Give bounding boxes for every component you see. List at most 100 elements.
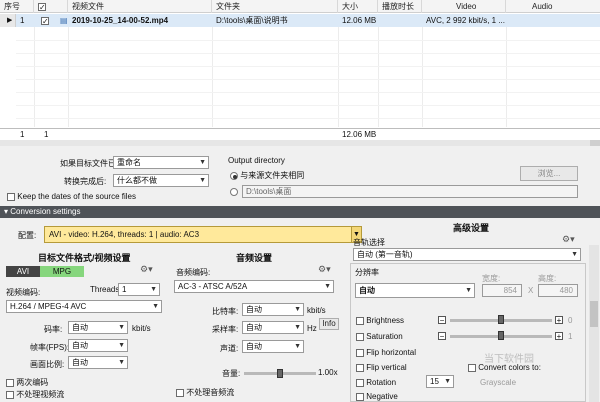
- aspect-select[interactable]: 自动 ▼: [68, 356, 128, 369]
- fps-select[interactable]: 自动 ▼: [68, 339, 128, 352]
- two-pass-label: 两次编码: [16, 378, 49, 387]
- chevron-down-icon: ▼: [118, 342, 125, 349]
- rotation-select[interactable]: 15 ▼: [426, 375, 454, 388]
- advanced-vscroll-thumb[interactable]: [590, 301, 598, 327]
- grid-hscrollbar[interactable]: [0, 140, 600, 146]
- brightness-plus-icon[interactable]: +: [555, 316, 563, 325]
- profile-select[interactable]: AVI - video: H.264, threads: 1 | audio: …: [44, 226, 362, 243]
- audio-bitrate-select[interactable]: 自动 ▼: [242, 303, 304, 316]
- gear-icon[interactable]: ⚙▾: [562, 234, 575, 245]
- no-video-option[interactable]: 不处理视频流: [6, 389, 64, 400]
- no-audio-label: 不处理音频流: [186, 388, 235, 397]
- conversion-settings-bar[interactable]: ▾ Conversion settings: [0, 206, 600, 218]
- volume-slider-handle[interactable]: [277, 369, 283, 378]
- height-label: 高度:: [538, 274, 557, 283]
- no-video-checkbox[interactable]: [6, 390, 14, 399]
- negative-checkbox[interactable]: [356, 392, 364, 401]
- exists-value: 重命名: [117, 158, 141, 167]
- video-bitrate-select[interactable]: 自动 ▼: [68, 321, 128, 334]
- row-checkbox[interactable]: [41, 15, 49, 27]
- brightness-option[interactable]: Brightness: [356, 316, 404, 325]
- convert-colors-checkbox[interactable]: [468, 363, 476, 372]
- profile-label: 配置:: [18, 231, 37, 240]
- header-video-file[interactable]: 视频文件: [68, 0, 212, 13]
- rotation-checkbox[interactable]: [356, 378, 364, 387]
- flip-v-checkbox[interactable]: [356, 363, 364, 372]
- samplerate-label: 采样率:: [212, 325, 239, 334]
- rotation-option[interactable]: Rotation: [356, 378, 396, 387]
- custom-dir-radio[interactable]: [230, 187, 238, 196]
- table-row[interactable]: ▶ 1 ▤ 2019-10-25_14-00-52.mp4 D:\tools\桌…: [0, 14, 600, 27]
- flip-h-option[interactable]: Flip horizontal: [356, 348, 416, 357]
- two-pass-checkbox[interactable]: [6, 378, 14, 387]
- custom-dir-option[interactable]: [230, 187, 238, 196]
- video-bitrate-label: 码率:: [44, 325, 63, 334]
- keep-dates-checkbox[interactable]: [7, 192, 15, 201]
- saturation-option[interactable]: Saturation: [356, 332, 403, 341]
- video-codec-select[interactable]: H.264 / MPEG-4 AVC ▼: [6, 300, 162, 313]
- chevron-down-icon: ▼: [571, 251, 578, 258]
- brightness-checkbox[interactable]: [356, 316, 364, 325]
- no-audio-option[interactable]: 不处理音频流: [176, 387, 234, 398]
- negative-option[interactable]: Negative: [356, 392, 398, 401]
- chevron-down-icon: ▼: [118, 359, 125, 366]
- flip-v-option[interactable]: Flip vertical: [356, 363, 407, 372]
- samplerate-select[interactable]: 自动 ▼: [242, 321, 304, 334]
- tab-avi[interactable]: AVI: [6, 266, 40, 277]
- audio-codec-label: 音频编码:: [176, 268, 211, 277]
- brightness-minus-icon[interactable]: −: [438, 316, 446, 325]
- fps-label: 帧率(FPS):: [30, 343, 70, 352]
- video-bitrate-value: 自动: [72, 323, 88, 332]
- width-label: 宽度:: [482, 274, 501, 283]
- select-all-checkbox[interactable]: [38, 1, 46, 13]
- threads-select[interactable]: 1 ▼: [118, 283, 160, 296]
- custom-dir-input[interactable]: D:\tools\桌面: [242, 185, 578, 198]
- grid-hscroll-thumb[interactable]: [590, 140, 600, 146]
- same-as-source-radio[interactable]: [230, 171, 238, 180]
- gear-icon[interactable]: ⚙▾: [318, 264, 331, 275]
- brightness-slider-handle[interactable]: [498, 315, 504, 324]
- width-input[interactable]: 854: [482, 284, 522, 297]
- collapse-icon[interactable]: ▾: [4, 207, 8, 216]
- after-select[interactable]: 什么都不做 ▼: [113, 174, 209, 187]
- negative-label: Negative: [366, 392, 398, 401]
- header-index[interactable]: 序号: [0, 0, 34, 13]
- saturation-slider-handle[interactable]: [498, 331, 504, 340]
- header-audio[interactable]: Audio: [506, 0, 600, 13]
- advanced-vscrollbar[interactable]: [589, 245, 599, 402]
- info-button[interactable]: Info: [319, 318, 339, 330]
- flip-h-checkbox[interactable]: [356, 348, 364, 357]
- tab-mpg[interactable]: MPG: [40, 266, 84, 277]
- profile-value: AVI - video: H.264, threads: 1 | audio: …: [49, 230, 200, 239]
- channels-label: 声道:: [220, 344, 239, 353]
- row-file: 2019-10-25_14-00-52.mp4: [72, 16, 169, 25]
- resolution-select[interactable]: 自动 ▼: [355, 283, 475, 298]
- saturation-plus-icon[interactable]: +: [555, 332, 563, 341]
- row-pointer-icon: ▶: [7, 17, 13, 24]
- header-video[interactable]: Video: [422, 0, 506, 13]
- no-audio-checkbox[interactable]: [176, 388, 184, 397]
- header-size[interactable]: 大小: [338, 0, 378, 13]
- aspect-value: 自动: [72, 358, 88, 367]
- chevron-down-icon: ▼: [324, 283, 331, 290]
- rotation-label: Rotation: [366, 378, 397, 387]
- height-value: 480: [559, 286, 573, 295]
- keep-dates-option[interactable]: Keep the dates of the source files: [7, 192, 136, 201]
- file-icon: ▤: [60, 16, 68, 25]
- height-input[interactable]: 480: [538, 284, 578, 297]
- audio-codec-select[interactable]: AC-3 - ATSC A/52A ▼: [174, 280, 334, 293]
- two-pass-option[interactable]: 两次编码: [6, 377, 48, 388]
- gear-icon[interactable]: ⚙▾: [140, 264, 153, 275]
- channels-select[interactable]: 自动 ▼: [242, 340, 304, 353]
- browse-button[interactable]: 浏览...: [520, 166, 578, 181]
- row-checkbox-cell[interactable]: [37, 14, 51, 27]
- saturation-checkbox[interactable]: [356, 332, 364, 341]
- aspect-label: 画面比例:: [30, 360, 65, 369]
- header-folder[interactable]: 文件夹: [212, 0, 338, 13]
- header-check[interactable]: [34, 0, 68, 13]
- saturation-minus-icon[interactable]: −: [438, 332, 446, 341]
- same-as-source-option[interactable]: 与来源文件夹相同: [230, 170, 304, 181]
- exists-select[interactable]: 重命名 ▼: [113, 156, 209, 169]
- track-select[interactable]: 自动 (第一音轨) ▼: [353, 248, 581, 261]
- header-duration[interactable]: 播放时长: [378, 0, 422, 13]
